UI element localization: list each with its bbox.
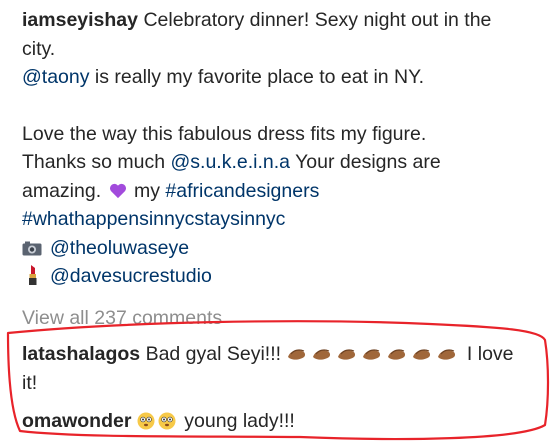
clapping-hands-icon xyxy=(438,349,456,360)
caption-text-5a: Thanks so much xyxy=(22,151,171,173)
clapping-hands-icon xyxy=(413,349,431,360)
caption-line-8: @theoluwaseye xyxy=(22,234,542,263)
mention-designer[interactable]: @s.u.k.e.i.n.a xyxy=(170,151,290,173)
caption-line-5: Thanks so much @s.u.k.e.i.n.a Your desig… xyxy=(22,148,542,177)
caption-text-6a: amazing. xyxy=(22,179,102,202)
caption-line-9: @davesucrestudio xyxy=(22,262,542,291)
clapping-hands-group xyxy=(286,343,461,365)
caption-text-6b: my xyxy=(128,179,166,202)
caption-line-3: @taony is really my favorite place to ea… xyxy=(22,63,542,92)
post-caption: iamseyishay Celebratory dinner! Sexy nig… xyxy=(22,6,542,291)
caption-text-5b: Your designs are xyxy=(290,151,441,173)
mention-makeup[interactable]: @davesucrestudio xyxy=(50,265,212,287)
mention-taony[interactable]: @taony xyxy=(22,66,90,88)
hashtag-whathappensinnyc[interactable]: #whathappensinnycstaysinnyc xyxy=(22,208,285,230)
clapping-hands-icon xyxy=(313,349,331,360)
comment-line-wrap: it! xyxy=(22,369,542,398)
comment-line: omawonder young lady!!! xyxy=(22,407,542,436)
comment-username[interactable]: latashalagos xyxy=(22,343,140,365)
caption-line-1: iamseyishay Celebratory dinner! Sexy nig… xyxy=(22,6,542,35)
view-all-comments-link[interactable]: View all 237 comments xyxy=(22,307,222,330)
comment-text-wrap: it! xyxy=(22,371,38,394)
hashtag-africandesigners[interactable]: #africandesigners xyxy=(165,180,319,202)
flushed-face-icon xyxy=(158,412,176,430)
comment-text: Bad gyal Seyi!!! xyxy=(145,343,282,365)
mention-photographer[interactable]: @theoluwaseye xyxy=(50,237,189,259)
clapping-hands-icon xyxy=(388,349,406,360)
caption-line-2: city. xyxy=(22,35,542,64)
caption-text-3: is really my favorite place to eat in NY… xyxy=(89,66,425,88)
clapping-hands-icon xyxy=(288,349,306,360)
caption-text-1: Celebratory dinner! Sexy night out in th… xyxy=(143,9,492,31)
comment-text-end: I love xyxy=(466,343,514,365)
clapping-hands-icon xyxy=(338,349,356,360)
caption-line-4: Love the way this fabulous dress fits my… xyxy=(22,120,542,149)
caption-text-2: city. xyxy=(22,37,56,60)
comment-username[interactable]: omawonder xyxy=(22,410,131,432)
comments-list: latashalagos Bad gyal Seyi!!! I love it!… xyxy=(22,340,542,446)
lipstick-icon xyxy=(29,265,37,285)
comment-item: omawonder young lady!!! xyxy=(22,407,542,436)
camera-icon xyxy=(22,241,42,255)
comment-line: latashalagos Bad gyal Seyi!!! I love xyxy=(22,340,542,369)
flushed-face-icon xyxy=(137,412,155,430)
caption-username[interactable]: iamseyishay xyxy=(22,9,138,31)
comment-item: latashalagos Bad gyal Seyi!!! I love it! xyxy=(22,340,542,397)
caption-line-7: #whathappensinnycstaysinnyc xyxy=(22,205,542,234)
clapping-hands-icon xyxy=(363,349,381,360)
caption-text-4: Love the way this fabulous dress fits my… xyxy=(22,122,427,145)
purple-heart-icon xyxy=(109,183,126,198)
caption-line-6: amazing. my #africandesigners xyxy=(22,177,542,206)
comment-text: young lady!!! xyxy=(184,410,295,432)
